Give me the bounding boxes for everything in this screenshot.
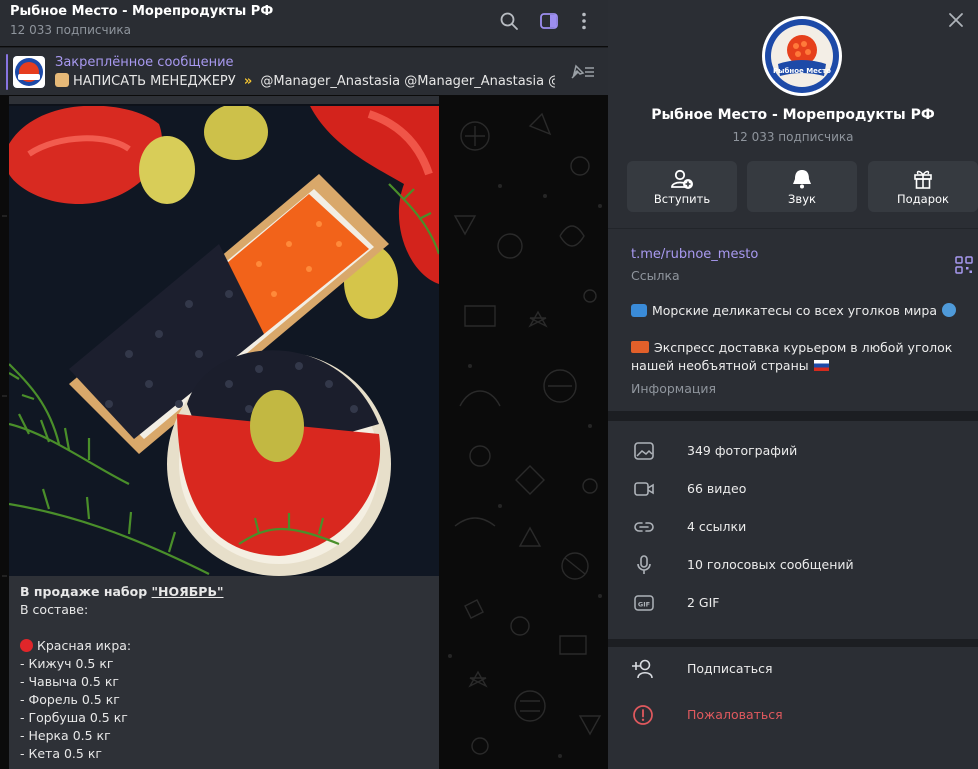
media-row-links[interactable]: 4 ссылки — [608, 508, 978, 546]
close-icon[interactable] — [946, 10, 966, 30]
gift-label: Подарок — [897, 192, 949, 206]
unpin-icon[interactable] — [568, 62, 596, 82]
post-line-red-caviar: Красная икра: — [20, 637, 430, 655]
voice-count: 10 голосовых сообщений — [687, 557, 854, 572]
photo-icon — [634, 442, 654, 460]
channel-profile-header: Рыбное Место Рыбное Место - Морепродукты… — [608, 0, 978, 228]
description-line-3: нашей необъятной страны — [631, 357, 961, 376]
description-text-3: нашей необъятной страны — [631, 358, 809, 373]
videos-count: 66 видео — [687, 481, 747, 496]
pinned-main-text: НАПИСАТЬ МЕНЕДЖЕРУ — [73, 74, 236, 89]
post-line: - Кета 0.5 кг — [20, 746, 102, 761]
pinned-label: Закреплённое сообщение — [55, 55, 234, 70]
channel-name: Рыбное Место - Морепродукты РФ — [651, 107, 935, 123]
post-line: В составе: — [20, 602, 89, 617]
set-name-link[interactable]: "НОЯБРЬ" — [152, 584, 224, 599]
report-icon — [633, 705, 653, 725]
media-row-videos[interactable]: 66 видео — [608, 470, 978, 508]
pinned-message-bar[interactable]: Закреплённое сообщение НАПИСАТЬ МЕНЕДЖЕР… — [0, 47, 608, 95]
chat-subscriber-count: 12 033 подписчика — [10, 23, 132, 37]
gif-count: 2 GIF — [687, 595, 720, 610]
channel-subscriber-count: 12 033 подписчика — [732, 130, 854, 144]
channel-link-caption: Ссылка — [631, 268, 680, 283]
more-options-icon[interactable] — [573, 10, 595, 32]
post-photo[interactable] — [9, 104, 439, 576]
post-line: - Форель 0.5 кг — [20, 692, 120, 707]
photos-count: 349 фотографий — [687, 443, 798, 458]
pinned-text: НАПИСАТЬ МЕНЕДЖЕРУ » @Manager_Anastasia … — [55, 73, 555, 89]
russia-flag-icon — [813, 360, 829, 371]
channel-info-section: t.me/rubnoe_mesto Ссылка Морские деликат… — [608, 228, 978, 411]
post-text: В продаже набор "НОЯБРЬ" В составе: Крас… — [20, 583, 430, 763]
svg-text:GIF: GIF — [638, 601, 650, 609]
globe-emoji-icon — [942, 303, 957, 317]
microphone-icon — [637, 555, 651, 574]
manager-emoji-icon — [55, 73, 69, 87]
post-line: - Горбуша 0.5 кг — [20, 710, 128, 725]
bell-icon — [793, 170, 811, 189]
channel-avatar[interactable]: Рыбное Место — [762, 16, 842, 96]
description-text-2: Экспресс доставка курьером в любой уголо… — [654, 339, 953, 355]
wave-emoji-icon — [631, 304, 647, 317]
red-circle-icon — [20, 639, 33, 652]
post-line — [20, 619, 430, 637]
truck-emoji-icon — [631, 340, 649, 353]
avatar-logo-text: Рыбное Место — [773, 67, 831, 75]
gift-button[interactable]: Подарок — [868, 161, 978, 212]
subscribe-label: Подписаться — [687, 661, 773, 676]
post-line-title: В продаже набор "НОЯБРЬ" — [20, 583, 430, 601]
channel-actions: Подписаться Пожаловаться — [608, 647, 978, 769]
join-button[interactable]: Вступить — [627, 161, 737, 212]
description-caption: Информация — [631, 381, 717, 396]
add-user-icon — [671, 169, 693, 189]
subscribe-icon — [632, 659, 653, 679]
post-line: - Кижуч 0.5 кг — [20, 656, 114, 671]
media-row-voice[interactable]: 10 голосовых сообщений — [608, 546, 978, 584]
gif-icon: GIF — [634, 595, 654, 611]
sound-button[interactable]: Звук — [747, 161, 857, 212]
double-chevron-icon: » — [243, 74, 253, 89]
link-icon — [634, 522, 654, 532]
channel-description: Морские деликатесы со всех уголков мира … — [631, 302, 961, 376]
search-icon[interactable] — [498, 10, 520, 32]
channel-link[interactable]: t.me/rubnoe_mesto — [631, 247, 758, 262]
gift-icon — [914, 170, 932, 189]
post-line: - Нерка 0.5 кг — [20, 728, 111, 743]
channel-post[interactable]: В продаже набор "НОЯБРЬ" В составе: Крас… — [9, 96, 439, 769]
channel-info-panel: Рыбное Место Рыбное Место - Морепродукты… — [608, 0, 978, 769]
report-label: Пожаловаться — [687, 707, 783, 722]
subscribe-button[interactable]: Подписаться — [608, 649, 978, 689]
pinned-mentions: @Manager_Anastasia @Manager_Anastasia @.… — [260, 74, 555, 89]
video-icon — [634, 482, 654, 496]
join-label: Вступить — [653, 192, 711, 206]
pinned-thumbnail — [13, 56, 45, 88]
media-row-photos[interactable]: 349 фотографий — [608, 432, 978, 470]
shared-media-list: 349 фотографий 66 видео 4 ссылки 10 голо… — [608, 421, 978, 639]
description-line-1: Морские деликатесы со всех уголков мира — [631, 302, 961, 321]
chat-header[interactable]: Рыбное Место - Морепродукты РФ 12 033 по… — [0, 0, 608, 46]
sidebar-toggle-icon[interactable] — [538, 10, 560, 32]
post-line: - Чавыча 0.5 кг — [20, 674, 119, 689]
pinned-indicator — [6, 54, 8, 90]
media-row-gif[interactable]: GIF 2 GIF — [608, 584, 978, 622]
report-button[interactable]: Пожаловаться — [608, 695, 978, 735]
chat-area: Рыбное Место - Морепродукты РФ 12 033 по… — [0, 0, 608, 769]
post-line-text: Красная икра: — [37, 638, 132, 653]
post-title-text: В продаже набор — [20, 584, 152, 599]
description-line-2: Экспресс доставка курьером в любой уголо… — [631, 339, 961, 358]
qr-code-icon[interactable] — [955, 256, 973, 274]
description-text-1: Морские деликатесы со всех уголков мира — [652, 303, 938, 318]
chat-title: Рыбное Место - Морепродукты РФ — [10, 4, 274, 19]
sound-label: Звук — [788, 192, 816, 206]
links-count: 4 ссылки — [687, 519, 747, 534]
